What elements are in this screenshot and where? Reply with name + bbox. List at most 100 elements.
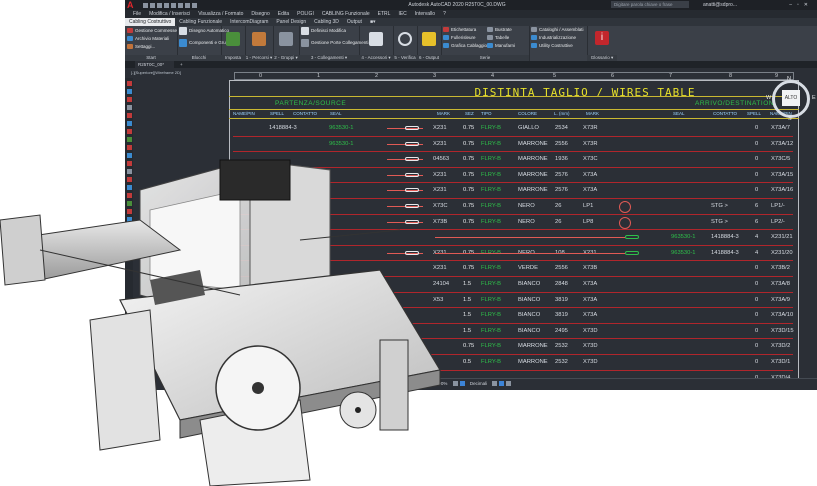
compass-south[interactable]: S [788,116,792,122]
menu-item[interactable]: ? [443,11,446,17]
info-icon[interactable]: i [595,31,609,45]
column-number: 5 [553,73,557,79]
tabelle-button[interactable]: Tabelle [487,35,509,41]
cell-mark-r: X73A [583,312,598,319]
menu-item[interactable]: POLIGI [297,11,314,17]
tool-icon[interactable] [127,97,132,102]
bustrate-button[interactable]: Bustrate [487,27,512,33]
viewcube[interactable]: ALTO N S W E [766,76,816,122]
save-as-icon[interactable] [164,3,169,8]
menu-item[interactable]: Modifica / Inserisci [149,11,190,17]
window-controls[interactable]: –▫✕ [789,0,813,10]
save-icon[interactable] [157,3,162,8]
plot-icon[interactable] [171,3,176,8]
cell-tipo: FLRY-B [481,343,501,350]
column-header: CONTATTO [293,111,317,116]
cell-right-contact: 1418884-3 [711,234,739,241]
gestione-commesse-button[interactable]: Gestione Commesse [127,28,177,34]
ribbon-tab[interactable]: Output [343,18,366,26]
ribbon-tab[interactable]: Cabling 3D [310,18,343,26]
tool-icon[interactable] [127,89,132,94]
cell-tipo: FLRY-B [481,140,501,147]
accessori-icon[interactable] [369,32,383,46]
ribbon-tab[interactable]: IntercomDiagram [226,18,272,26]
compass-west[interactable]: W [766,95,771,101]
archivio-materiali-button[interactable]: Archivio Materiali [127,36,169,42]
redo-icon[interactable] [185,3,190,8]
ribbon-tab[interactable]: Cabling Funzionale [175,18,226,26]
cell-len: 3819 [555,312,568,319]
manufarni-button[interactable]: Manufarni [487,43,515,49]
ribbon-tab[interactable]: Panel Design [272,18,310,26]
column-header: SEZ [465,111,474,116]
new-tab-icon[interactable]: + [180,61,183,68]
ribbon-tabs: Cabling Costruttivo Cabling Funzionale Int… [125,18,817,26]
graphic-icon [443,43,449,49]
menu-item[interactable]: IEC [398,11,406,17]
properties-icon[interactable] [492,381,498,387]
cell-mark-r: X73R [583,125,598,131]
settings-icon [127,44,133,50]
tool-icon[interactable] [127,81,132,86]
menu-item[interactable]: File [133,11,141,17]
autocad-logo[interactable]: A [127,0,139,10]
title-bar: A Autodesk AutoCAD 2020 R25T0C_00.DWG Di… [125,0,817,10]
definisci-modifica-button[interactable]: Definisci Modifica [301,27,346,35]
document-tab[interactable]: R25T0C_00* [135,61,174,68]
customize-icon[interactable] [506,381,512,387]
etichettatura-button[interactable]: Etichettatura [443,27,476,33]
cell-right-name: X73B/2 [771,265,791,272]
percorsi-icon[interactable] [252,32,266,46]
open-icon[interactable] [150,3,155,8]
ribbon-tab[interactable]: Cabling Costruttivo [125,18,176,26]
cell-right-name: X231/21 [771,234,793,241]
search-input[interactable]: Digitare parola chiave o frase [611,1,689,8]
compass-east[interactable]: E [812,95,816,101]
cell-tipo: FLRY-B [481,203,501,209]
ribbon-group-imposta: Imposta [221,26,246,61]
ribbon-tab[interactable]: ■▾ [366,18,380,26]
cataloghi-button[interactable]: Cataloghi / Assemblati [531,27,584,33]
cell-right-name: X73A/9 [771,296,791,303]
cell-mark-r: X73A [583,171,598,178]
fullerisleure-button[interactable]: Fullerisleure [443,35,476,41]
ribbon-group-blocchi: Disegno Automatico Componenti e Gruppi B… [177,26,232,61]
source-section-label: PARTENZA/SOURCE [275,100,347,107]
cell-colore: MARRONE [518,343,548,350]
new-icon[interactable] [143,3,148,8]
menu-item[interactable]: ETRL [378,11,391,17]
industrializzazione-button[interactable]: Industrializzazione [531,35,576,41]
column-number: 3 [433,73,437,79]
tool-icon[interactable] [127,113,132,118]
column-number: 4 [491,73,495,79]
cell-len: 2576 [555,171,568,178]
viewport-label[interactable]: [-][Superiore][Wireframe 2D] [131,70,181,75]
menu-item[interactable]: Edita [278,11,289,17]
magnifier-icon[interactable] [398,32,412,46]
cell-len: 2495 [555,327,568,334]
compass-north[interactable]: N [787,76,791,82]
gruppi-icon[interactable] [279,32,293,46]
fullscreen-icon[interactable] [499,381,505,387]
undo-icon[interactable] [178,3,183,8]
menu-item[interactable]: Visualizza / Formato [198,11,243,17]
cell-len: 2556 [555,140,568,147]
menu-item[interactable]: Intervallo [415,11,435,17]
label-icon [443,27,449,33]
menu-item[interactable]: CABLING Funzionale [322,11,370,17]
tool-icon[interactable] [127,105,132,110]
ribbon-panel: Gestione Commesse Archivio Materiali Set… [125,26,817,62]
wheel-hub [355,407,361,413]
output-icon[interactable] [422,32,436,46]
user-account[interactable]: anatti@sdpro... [703,0,737,10]
grafica-cablaggio-button[interactable]: Grafica Cablaggio [443,43,487,49]
menu-item[interactable]: Disegno [251,11,269,17]
settaggi-button[interactable]: Settaggi... [127,44,155,50]
viewcube-face[interactable]: ALTO [782,90,800,106]
units-display[interactable]: Decimali [470,381,487,386]
cell-right-name: LP1/- [771,203,785,209]
imposta-icon[interactable] [226,32,240,46]
machine-left-unit [0,214,46,286]
share-icon[interactable] [192,3,197,8]
utility-button[interactable]: Utility Costruttive [531,43,573,49]
